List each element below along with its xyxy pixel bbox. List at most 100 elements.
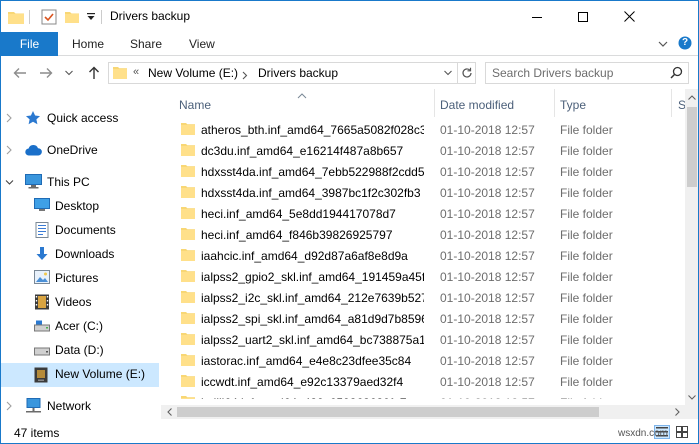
file-date-modified: 01-10-2018 12:57 bbox=[440, 186, 535, 200]
table-row[interactable]: ialpss2_uart2_skl.inf_amd64_bc738875a15.… bbox=[161, 329, 685, 350]
file-name: dc3du.inf_amd64_e16214f487a8b657 bbox=[201, 144, 404, 158]
chevron-down-icon[interactable] bbox=[5, 176, 14, 190]
explorer-window: Drivers backup File Home Share View ? « … bbox=[0, 0, 699, 444]
file-type: File folder bbox=[560, 144, 613, 158]
large-icons-view-icon bbox=[676, 426, 688, 438]
scroll-left-button[interactable] bbox=[161, 405, 177, 419]
customize-qa-button[interactable] bbox=[85, 7, 97, 27]
file-date-modified: 01-10-2018 12:57 bbox=[440, 249, 535, 263]
vertical-scrollbar[interactable] bbox=[685, 89, 698, 405]
nav-item-new-volume-e[interactable]: New Volume (E:) bbox=[1, 363, 159, 387]
up-button[interactable] bbox=[85, 64, 103, 82]
tab-view[interactable]: View bbox=[189, 37, 215, 51]
column-header-size[interactable]: S bbox=[672, 89, 685, 117]
file-type: File folder bbox=[560, 123, 613, 137]
breadcrumb-drivers-backup[interactable]: Drivers backup bbox=[258, 66, 338, 80]
column-header-name[interactable]: Name bbox=[161, 89, 434, 117]
nav-item-quick-access[interactable]: Quick access bbox=[1, 107, 159, 130]
scroll-down-button[interactable] bbox=[685, 389, 698, 405]
nav-item-network[interactable]: Network bbox=[1, 395, 159, 418]
table-row[interactable]: dc3du.inf_amd64_e16214f487a8b657 01-10-20… bbox=[161, 140, 685, 161]
scroll-thumb[interactable] bbox=[687, 107, 697, 187]
table-row[interactable]: ialpss2_i2c_skl.inf_amd64_212e7639b527f 0… bbox=[161, 287, 685, 308]
file-name: ialpss2_i2c_skl.inf_amd64_212e7639b527f bbox=[201, 291, 424, 305]
tab-file[interactable]: File bbox=[1, 32, 58, 56]
new-folder-button[interactable] bbox=[63, 7, 81, 27]
tab-home[interactable]: Home bbox=[72, 37, 104, 51]
folder-icon bbox=[181, 185, 195, 201]
nav-label: Desktop bbox=[55, 199, 100, 213]
search-box bbox=[485, 62, 689, 84]
file-name: hdxsst4da.inf_amd64_3987bc1f2c302fb3 bbox=[201, 186, 421, 200]
table-row[interactable]: heci.inf_amd64_f846b39826925797 01-10-201… bbox=[161, 224, 685, 245]
recent-locations-button[interactable] bbox=[63, 64, 75, 82]
window-title: Drivers backup bbox=[110, 9, 191, 23]
nav-item-desktop[interactable]: Desktop bbox=[1, 195, 159, 218]
horizontal-scrollbar[interactable] bbox=[161, 405, 685, 419]
nav-item-pictures[interactable]: Pictures bbox=[1, 267, 159, 290]
column-header-date[interactable]: Date modified bbox=[435, 89, 555, 117]
drive-c-icon bbox=[34, 320, 50, 335]
breadcrumb-overflow[interactable]: « bbox=[133, 66, 139, 78]
minimize-button[interactable] bbox=[514, 1, 560, 32]
status-bar: 47 items bbox=[1, 421, 698, 443]
search-input[interactable] bbox=[492, 65, 662, 81]
chevron-down-icon bbox=[658, 41, 668, 47]
search-icon[interactable] bbox=[670, 66, 683, 82]
nav-item-videos[interactable]: Videos bbox=[1, 291, 159, 314]
scrollbar-corner bbox=[685, 405, 698, 419]
forward-button[interactable] bbox=[37, 64, 55, 82]
nav-item-this-pc[interactable]: This PC bbox=[1, 171, 159, 194]
table-row[interactable]: icdlll64.inf_amd64_439c659363630fe7 01-10… bbox=[161, 392, 685, 399]
breadcrumb-chevron-icon[interactable] bbox=[242, 69, 248, 83]
table-row[interactable]: iccwdt.inf_amd64_e92c13379aed32f4 01-10-2… bbox=[161, 371, 685, 392]
videos-folder-icon bbox=[34, 294, 50, 313]
file-date-modified: 01-10-2018 12:57 bbox=[440, 228, 535, 242]
chevron-right-icon[interactable] bbox=[5, 112, 13, 126]
dropdown-arrow-icon bbox=[87, 13, 95, 20]
large-icons-view-button[interactable] bbox=[674, 425, 690, 439]
address-history-button[interactable] bbox=[437, 63, 457, 83]
nav-item-acer-c[interactable]: Acer (C:) bbox=[1, 315, 159, 338]
table-row[interactable]: iastorac.inf_amd64_e4e8c23dfee35c84 01-10… bbox=[161, 350, 685, 371]
back-button[interactable] bbox=[11, 64, 29, 82]
breadcrumb-new-volume[interactable]: New Volume (E:) bbox=[148, 66, 238, 80]
nav-item-data-d[interactable]: Data (D:) bbox=[1, 339, 159, 362]
file-type: File folder bbox=[560, 291, 613, 305]
chevron-right-icon[interactable] bbox=[5, 144, 13, 158]
table-row[interactable]: hdxsst4da.inf_amd64_7ebb522988f2cdd5 01-1… bbox=[161, 161, 685, 182]
nav-item-downloads[interactable]: Downloads bbox=[1, 243, 159, 266]
properties-button[interactable] bbox=[40, 7, 58, 27]
maximize-button[interactable] bbox=[560, 1, 606, 32]
chevron-right-icon bbox=[674, 408, 680, 416]
folder-icon bbox=[181, 353, 195, 369]
address-bar[interactable]: « New Volume (E:) Drivers backup bbox=[108, 62, 476, 84]
file-date-modified: 01-10-2018 12:57 bbox=[440, 270, 535, 284]
nav-item-documents[interactable]: Documents bbox=[1, 219, 159, 242]
table-row[interactable]: ialpss2_gpio2_skl.inf_amd64_191459a45f9.… bbox=[161, 266, 685, 287]
refresh-button[interactable] bbox=[457, 63, 476, 83]
file-date-modified: 01-10-2018 12:57 bbox=[440, 312, 535, 326]
column-header-name-label: Name bbox=[179, 98, 212, 112]
column-header-type[interactable]: Type bbox=[555, 89, 671, 117]
file-name: heci.inf_amd64_f846b39826925797 bbox=[201, 228, 393, 242]
file-name: icdlll64.inf_amd64_439c659363630fe7 bbox=[201, 396, 424, 399]
scroll-right-button[interactable] bbox=[669, 405, 685, 419]
scroll-thumb[interactable] bbox=[177, 407, 599, 417]
file-name: hdxsst4da.inf_amd64_7ebb522988f2cdd5 bbox=[201, 165, 424, 179]
tab-share[interactable]: Share bbox=[130, 37, 162, 51]
table-row[interactable]: hdxsst4da.inf_amd64_3987bc1f2c302fb3 01-1… bbox=[161, 182, 685, 203]
nav-item-onedrive[interactable]: OneDrive bbox=[1, 139, 159, 162]
table-row[interactable]: atheros_bth.inf_amd64_7665a5082f028c30 01… bbox=[161, 119, 685, 140]
close-button[interactable] bbox=[606, 1, 652, 32]
chevron-right-icon[interactable] bbox=[5, 400, 13, 414]
help-button[interactable]: ? bbox=[677, 35, 693, 51]
file-date-modified: 01-10-2018 12:57 bbox=[440, 144, 535, 158]
table-row[interactable]: heci.inf_amd64_5e8dd194417078d7 01-10-201… bbox=[161, 203, 685, 224]
expand-ribbon-button[interactable] bbox=[656, 37, 670, 51]
arrow-up-icon bbox=[89, 66, 99, 79]
file-type: File folder bbox=[560, 165, 613, 179]
scroll-up-button[interactable] bbox=[685, 89, 698, 105]
table-row[interactable]: ialpss2_spi_skl.inf_amd64_a81d9d7b8596..… bbox=[161, 308, 685, 329]
table-row[interactable]: iaahcic.inf_amd64_d92d87a6af8e8d9a 01-10-… bbox=[161, 245, 685, 266]
